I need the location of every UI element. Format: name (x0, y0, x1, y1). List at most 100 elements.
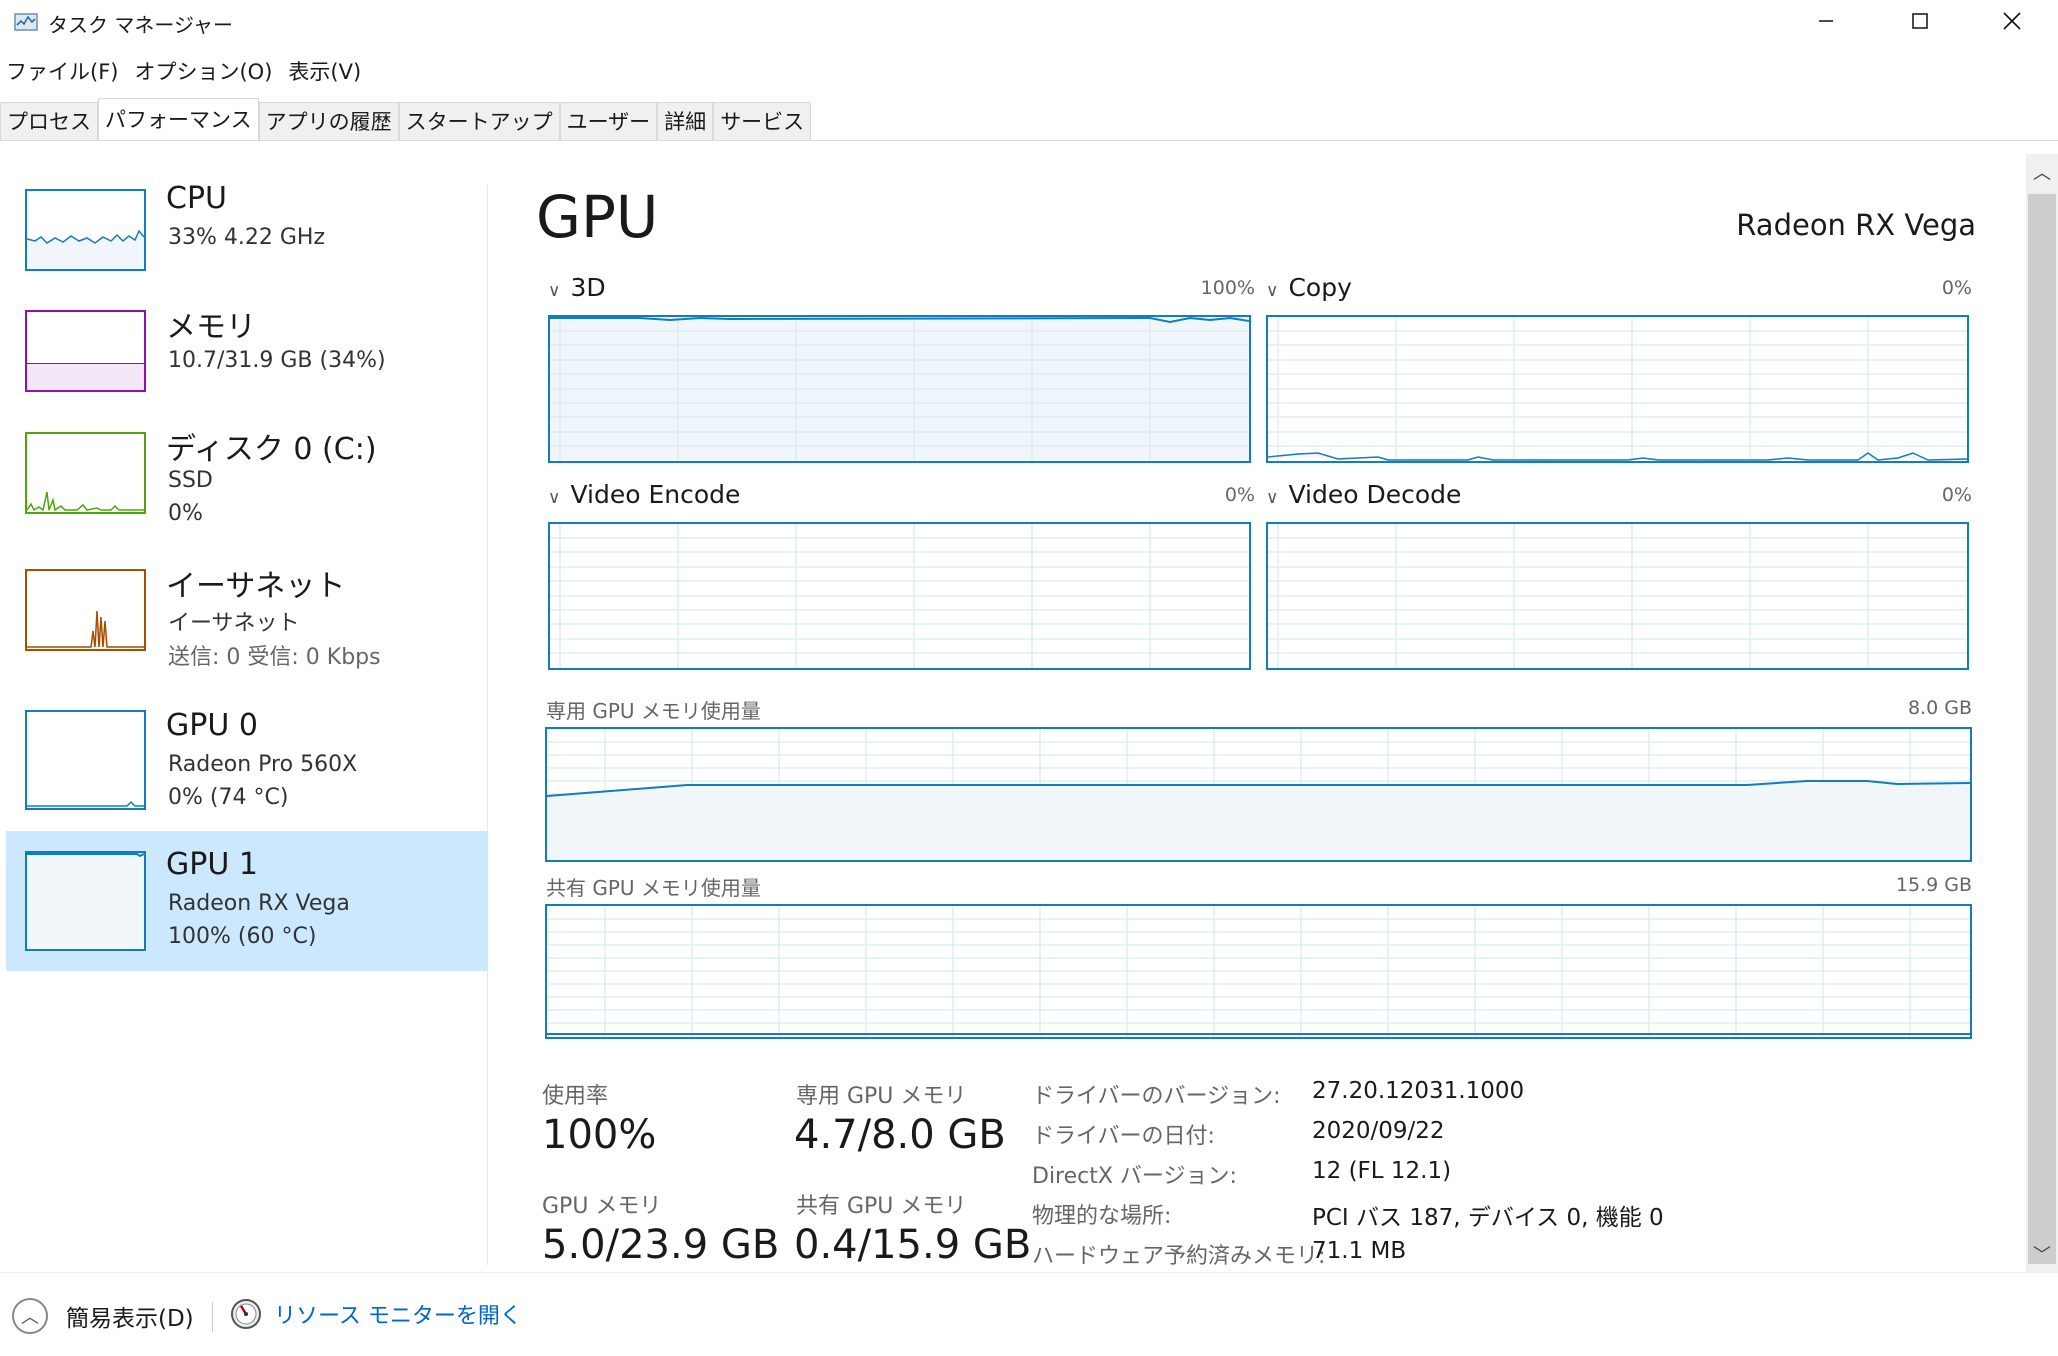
footer-divider (0, 1272, 2058, 1273)
chevron-up-icon: ︿ (2033, 163, 2051, 184)
fewer-details-button[interactable]: ︿ 簡易表示(D) (12, 1298, 194, 1334)
utilization-value: 100% (542, 1112, 657, 1158)
chevron-down-icon: ∨ (1266, 281, 1279, 301)
sidebar-item-memory[interactable]: メモリ 10.7/31.9 GB (34%) (6, 302, 488, 442)
scroll-thumb[interactable] (2028, 194, 2056, 1264)
page-title: GPU (536, 183, 659, 251)
close-icon (2003, 12, 2021, 30)
engine-video-decode-label: Video Decode (1288, 480, 1462, 509)
gpu0-thumbnail-graph (27, 800, 144, 807)
gpu0-usage: 0% (74 °C) (168, 785, 289, 810)
engine-video-decode-selector[interactable]: ∨ Video Decode (1266, 480, 1461, 509)
sidebar-item-cpu[interactable]: CPU 33% 4.22 GHz (6, 181, 488, 321)
ethernet-throughput: 送信: 0 受信: 0 Kbps (168, 645, 381, 670)
gpu-device-name: Radeon RX Vega (1736, 208, 1976, 242)
fewer-details-label: 簡易表示(D) (66, 1306, 194, 1332)
gpu0-thumbnail (25, 710, 146, 810)
menu-view[interactable]: 表示(V) (282, 56, 367, 88)
tab-app-history[interactable]: アプリの履歴 (258, 102, 399, 140)
dedicated-mem-stat-value: 4.7/8.0 GB (794, 1112, 1006, 1158)
engine-video-encode-graph (548, 522, 1251, 670)
performance-sidebar: CPU 33% 4.22 GHz メモリ 10.7/31.9 GB (34%) … (0, 141, 488, 1261)
chevron-down-icon: ﹀ (2033, 1245, 2051, 1266)
engine-video-encode-label: Video Encode (570, 480, 741, 509)
shared-mem-stat-value: 0.4/15.9 GB (794, 1222, 1032, 1268)
reserved-memory-label: ハードウェア予約済みメモリ: (1032, 1244, 1326, 1269)
gpu1-model: Radeon RX Vega (168, 891, 350, 916)
engine-3d-selector[interactable]: ∨ 3D (548, 273, 606, 302)
shared-mem-stat-label: 共有 GPU メモリ (796, 1194, 967, 1219)
title-bar: タスク マネージャー (0, 0, 2058, 42)
gpu-mem-stat-value: 5.0/23.9 GB (542, 1222, 780, 1268)
chevron-down-icon: ∨ (1266, 488, 1279, 508)
cpu-usage: 33% 4.22 GHz (168, 225, 326, 250)
scroll-up-button[interactable]: ︿ (2026, 154, 2058, 190)
engine-copy-label: Copy (1288, 273, 1352, 302)
sidebar-item-gpu0[interactable]: GPU 0 Radeon Pro 560X 0% (74 °C) (6, 702, 488, 842)
memory-usage: 10.7/31.9 GB (34%) (168, 348, 386, 373)
cpu-thumbnail (25, 189, 146, 271)
engine-video-decode-graph (1266, 522, 1969, 670)
gpu0-model: Radeon Pro 560X (168, 752, 358, 777)
tab-details[interactable]: 詳細 (657, 102, 714, 140)
sidebar-item-disk[interactable]: ディスク 0 (C:) SSD 0% (6, 424, 488, 564)
disk-thumbnail (25, 432, 146, 514)
vertical-scrollbar[interactable]: ︿ ﹀ (2026, 154, 2058, 1272)
shared-memory-max: 15.9 GB (1895, 874, 1972, 896)
chevron-down-icon: ∨ (548, 281, 561, 301)
minimize-icon (1819, 20, 1833, 22)
ethernet-title: イーサネット (166, 569, 346, 604)
tab-processes[interactable]: プロセス (0, 102, 98, 140)
engine-copy-percent: 0% (1941, 277, 1972, 299)
gpu0-title: GPU 0 (166, 708, 258, 743)
sidebar-item-gpu1[interactable]: GPU 1 Radeon RX Vega 100% (60 °C) (6, 831, 488, 971)
gpu1-usage: 100% (60 °C) (168, 924, 317, 949)
cpu-thumbnail-graph (27, 229, 144, 269)
engine-copy-graph (1266, 315, 1969, 463)
tab-performance[interactable]: パフォーマンス (98, 98, 259, 140)
ethernet-thumbnail-graph (27, 610, 144, 648)
dedicated-memory-max: 8.0 GB (1907, 697, 1972, 719)
physical-location-value: PCI バス 187, デバイス 0, 機能 0 (1312, 1205, 1664, 1231)
close-button[interactable] (1966, 0, 2058, 42)
resource-monitor-label: リソース モニターを開く (274, 1304, 522, 1329)
footer-separator (212, 1302, 213, 1332)
engine-copy-selector[interactable]: ∨ Copy (1266, 273, 1352, 302)
maximize-icon (1912, 13, 1928, 29)
cpu-title: CPU (166, 181, 227, 216)
disk-thumbnail-graph (27, 491, 144, 512)
memory-usage-fill (27, 363, 144, 390)
engine-video-encode-selector[interactable]: ∨ Video Encode (548, 480, 740, 509)
tab-users[interactable]: ユーザー (559, 102, 658, 140)
menu-file[interactable]: ファイル(F) (0, 56, 124, 88)
ethernet-name: イーサネット (168, 611, 300, 636)
open-resource-monitor-link[interactable]: リソース モニターを開く (230, 1298, 522, 1330)
engine-video-encode-percent: 0% (1224, 484, 1255, 506)
tab-services[interactable]: サービス (713, 102, 812, 140)
scroll-down-button[interactable]: ﹀ (2026, 1236, 2058, 1272)
minimize-button[interactable] (1780, 0, 1872, 42)
driver-date-value: 2020/09/22 (1312, 1118, 1445, 1144)
task-manager-icon (14, 13, 38, 31)
memory-thumbnail (25, 310, 146, 392)
disk-title: ディスク 0 (C:) (166, 432, 377, 467)
tab-bar: プロセス パフォーマンス アプリの履歴 スタートアップ ユーザー 詳細 サービス (0, 98, 812, 142)
dedicated-memory-label: 専用 GPU メモリ使用量 (546, 699, 761, 723)
engine-3d-graph (548, 315, 1251, 463)
shared-memory-graph (545, 904, 1972, 1039)
sidebar-item-ethernet[interactable]: イーサネット イーサネット 送信: 0 受信: 0 Kbps (6, 561, 488, 701)
sidebar-divider (487, 185, 488, 1265)
physical-location-label: 物理的な場所: (1032, 1204, 1172, 1229)
disk-usage: 0% (168, 501, 203, 526)
gpu-mem-stat-label: GPU メモリ (542, 1194, 662, 1219)
tab-startup[interactable]: スタートアップ (398, 102, 560, 140)
ethernet-thumbnail (25, 569, 146, 651)
menu-options[interactable]: オプション(O) (128, 56, 278, 88)
maximize-button[interactable] (1874, 0, 1966, 42)
chevron-down-icon: ∨ (548, 488, 561, 508)
driver-version-value: 27.20.12031.1000 (1312, 1078, 1525, 1104)
disk-type: SSD (168, 468, 213, 493)
directx-version-value: 12 (FL 12.1) (1312, 1158, 1452, 1184)
reserved-memory-value: 71.1 MB (1312, 1238, 1407, 1264)
directx-version-label: DirectX バージョン: (1032, 1164, 1237, 1189)
